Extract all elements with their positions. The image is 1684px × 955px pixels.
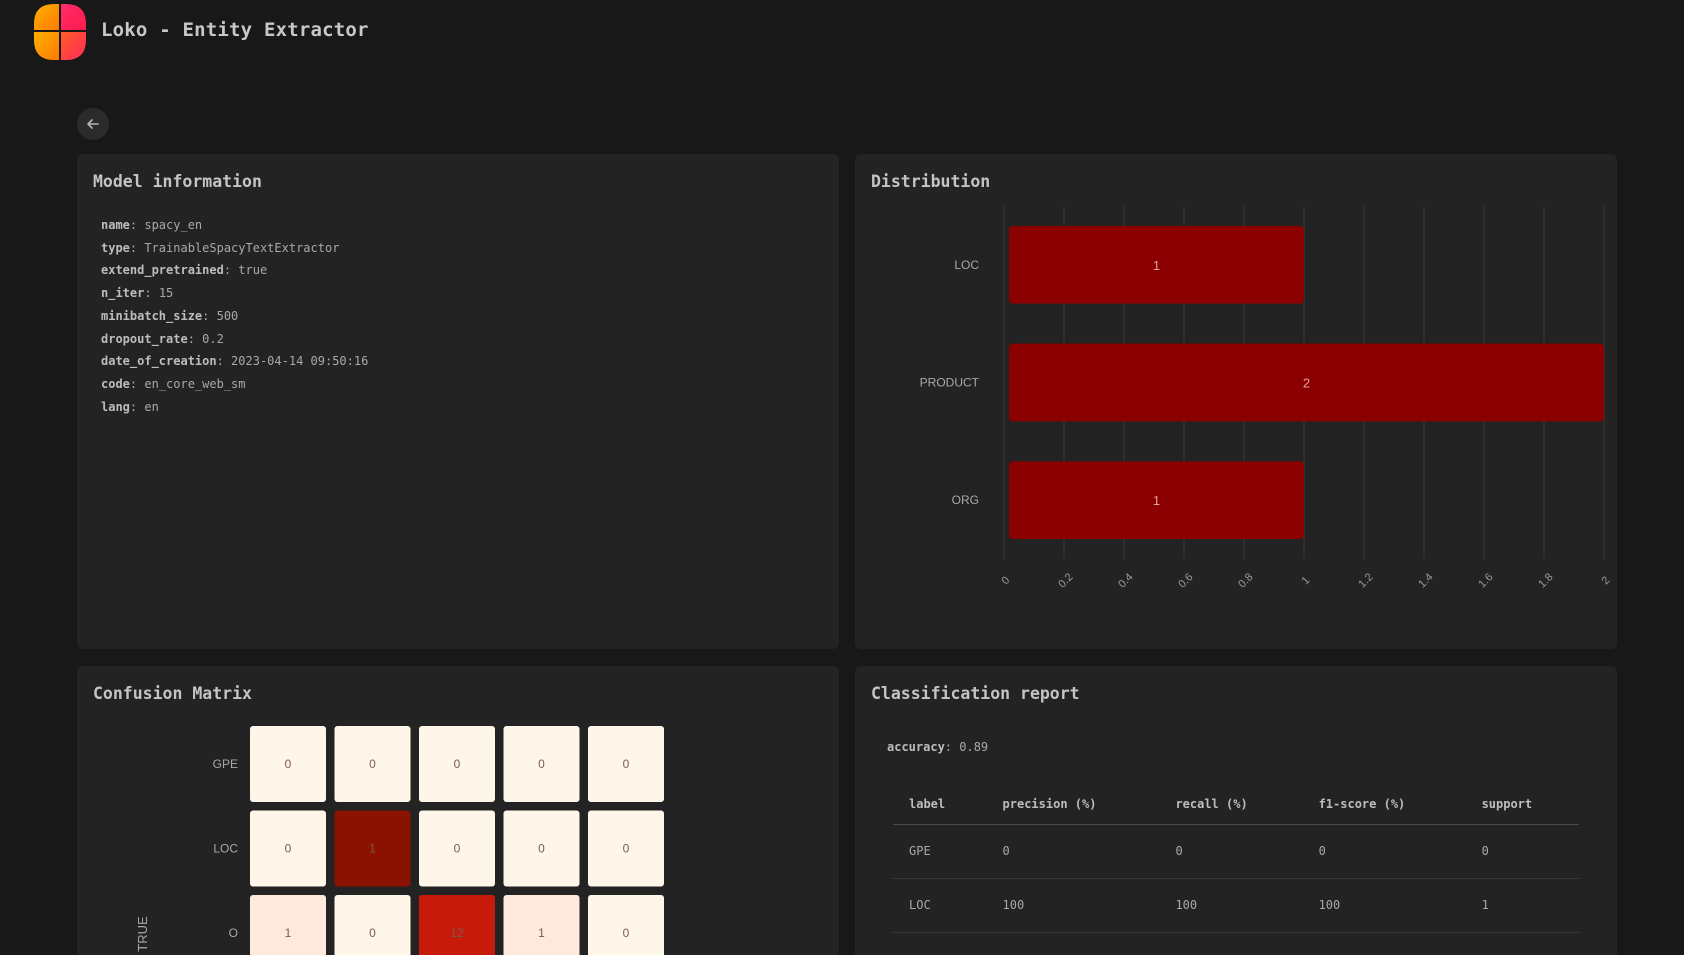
table-row: GPE 0 0 0 0 <box>893 824 1579 879</box>
x-tick-label: 1 <box>1299 574 1312 587</box>
x-tick-label: 0.6 <box>1176 571 1195 590</box>
row-label: O <box>229 926 238 940</box>
cell-value: 0 <box>538 757 545 771</box>
cell-value: 0 <box>623 926 630 940</box>
cell-value: 0 <box>538 842 545 856</box>
matrix-cell <box>334 895 411 955</box>
model-information-card: Model information name: spacy_en type: T… <box>77 154 839 649</box>
model-info-list: name: spacy_en type: TrainableSpacyTextE… <box>101 214 368 418</box>
table-cell: 0 <box>1302 824 1466 879</box>
info-item: name: spacy_en <box>101 218 203 232</box>
cell-value: 0 <box>369 926 376 940</box>
info-item: extend_pretrained: true <box>101 263 268 278</box>
table-row: LOC 100 100 100 1 <box>893 878 1579 933</box>
column-header[interactable]: precision (%) <box>986 784 1160 825</box>
info-item: lang: en <box>101 399 159 414</box>
matrix-cell <box>419 895 495 955</box>
category-label: ORG <box>952 493 979 507</box>
info-item: dropout_rate: 0.2 <box>101 331 224 346</box>
column-header[interactable]: f1-score (%) <box>1302 784 1466 825</box>
back-button[interactable] <box>77 108 109 140</box>
table-cell: 100 <box>1159 878 1303 933</box>
x-tick-label: 1.2 <box>1356 571 1375 590</box>
distribution-chart: 0 0.2 0.4 0.6 0.8 1 1.2 1.4 1.6 1.8 2 LOC 1 PRODUCT 2 O… <box>920 206 1612 591</box>
x-tick-label: 0.4 <box>1116 571 1135 590</box>
matrix-cell <box>503 895 580 955</box>
classification-report-card: Classification report accuracy: 0.89 lab… <box>855 666 1617 955</box>
classification-report-title: Classification report <box>871 684 1080 703</box>
x-tick-label: 1.6 <box>1476 571 1495 590</box>
cell-value: 0 <box>623 842 630 856</box>
table-cell: 100 <box>1302 878 1466 933</box>
cell-value: 12 <box>450 926 464 940</box>
table-cell: 1 <box>1465 878 1579 933</box>
app-header: Loko - Entity Extractor <box>0 0 1684 62</box>
app-title: Loko - Entity Extractor <box>101 19 369 41</box>
category-label: PRODUCT <box>920 376 980 390</box>
x-tick-label: 1.4 <box>1416 571 1435 590</box>
table-cell: GPE <box>893 824 987 879</box>
x-tick-label: 0 <box>999 574 1012 587</box>
column-header[interactable]: label <box>893 784 987 825</box>
column-header[interactable]: support <box>1465 784 1579 825</box>
table-cell: 0 <box>986 824 1160 879</box>
bar-value-label: 1 <box>1153 258 1160 273</box>
row-label: LOC <box>213 842 238 856</box>
matrix-cell <box>250 895 326 955</box>
cell-value: 1 <box>369 842 376 856</box>
row-label: GPE <box>213 757 238 771</box>
cell-value: 1 <box>285 926 292 940</box>
bar-value-label: 1 <box>1153 493 1160 508</box>
cell-value: 0 <box>454 842 461 856</box>
report-header-row: label precision (%) recall (%) f1-score … <box>893 784 1579 825</box>
cell-value: 1 <box>538 926 545 940</box>
loko-logo-icon <box>34 4 86 60</box>
cell-value: 0 <box>454 757 461 771</box>
x-tick-label: 0.2 <box>1056 571 1075 590</box>
confusion-matrix-card: Confusion Matrix GPE 0 0 0 0 0 LOC 0 1 0 0 0 O 1 0 12 1 0… <box>77 666 839 955</box>
info-item: code: en_core_web_sm <box>101 376 246 391</box>
matrix-cell <box>588 895 664 955</box>
distribution-card: Distribution 0 0.2 0.4 0.6 0.8 1 1.2 1.4 1.6 1.8 2… <box>855 154 1617 649</box>
y-axis-label: TRUE <box>135 916 150 952</box>
table-cell: 100 <box>986 878 1160 933</box>
x-tick-label: 0.8 <box>1236 571 1255 590</box>
accuracy-line: accuracy: 0.89 <box>887 740 989 754</box>
category-label: LOC <box>954 258 979 272</box>
info-item: n_iter: 15 <box>101 286 174 301</box>
cell-value: 0 <box>285 757 292 771</box>
cell-value: 0 <box>623 757 630 771</box>
table-cell: 0 <box>1465 824 1579 879</box>
cell-value: 0 <box>285 842 292 856</box>
report-table: label precision (%) recall (%) f1-score … <box>893 784 1579 933</box>
bar-value-label: 2 <box>1303 376 1310 391</box>
arrow-left-icon <box>87 119 99 129</box>
info-item: minibatch_size: 500 <box>101 308 239 323</box>
x-tick-label: 1.8 <box>1536 571 1555 590</box>
info-item: type: TrainableSpacyTextExtractor <box>101 240 340 255</box>
table-cell: 0 <box>1159 824 1303 879</box>
table-cell: LOC <box>893 878 987 933</box>
column-header[interactable]: recall (%) <box>1159 784 1303 825</box>
info-item: date_of_creation: 2023-04-14 09:50:16 <box>101 354 369 369</box>
model-information-title: Model information <box>93 172 262 191</box>
cell-value: 0 <box>369 757 376 771</box>
confusion-matrix-chart: GPE 0 0 0 0 0 LOC 0 1 0 0 0 O 1 0 12 1 0 TRUE <box>135 726 664 955</box>
x-tick-label: 2 <box>1599 574 1612 587</box>
